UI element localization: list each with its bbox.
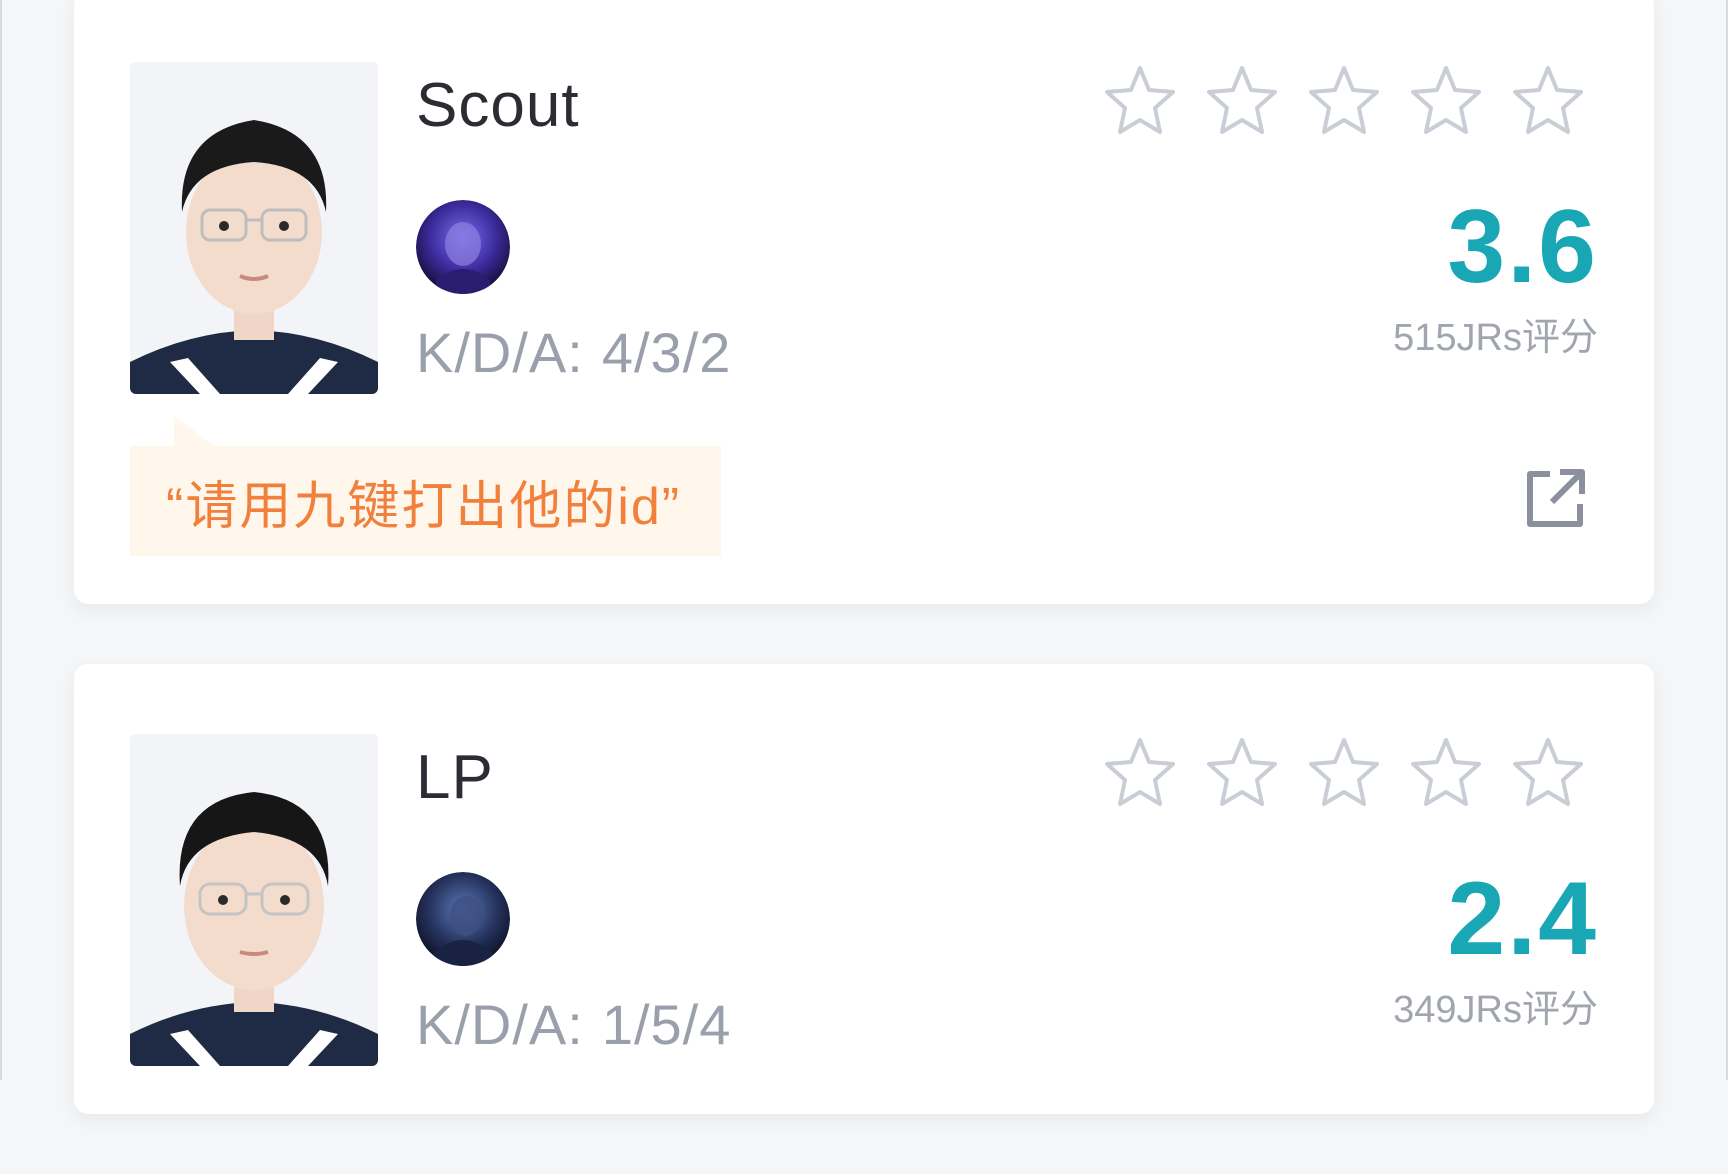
player-photo — [130, 734, 378, 1066]
star-icon[interactable] — [1306, 62, 1382, 138]
star-icon[interactable] — [1306, 734, 1382, 810]
rating-count-label: 515JRs评分 — [1393, 317, 1598, 359]
star-icon[interactable] — [1204, 734, 1280, 810]
star-icon[interactable] — [1510, 734, 1586, 810]
kda-stat: K/D/A: 1/5/4 — [416, 992, 731, 1057]
hot-comment-bubble[interactable]: “请用九键打出他的id” — [130, 446, 722, 556]
player-card[interactable]: LP K/D/A: 1/5/4 2.4 349JRs评分 — [74, 664, 1654, 1114]
star-icon[interactable] — [1408, 734, 1484, 810]
player-info: Scout K/D/A: 4/3/2 3.6 515JRs评分 — [416, 62, 1598, 394]
kda-stat: K/D/A: 4/3/2 — [416, 320, 731, 385]
comment-row: “请用九键打出他的id” — [130, 416, 1598, 556]
star-icon[interactable] — [1102, 734, 1178, 810]
star-icon[interactable] — [1408, 62, 1484, 138]
share-icon[interactable] — [1520, 464, 1590, 534]
comment-bubble-tail — [174, 416, 214, 446]
player-card[interactable]: Scout K/D/A: 4/3/2 3.6 515JRs评分 “请用九键打出他… — [74, 0, 1654, 604]
rating-stars[interactable] — [1102, 62, 1586, 138]
frame-edge-left — [0, 0, 2, 1080]
score-block: 2.4 349JRs评分 — [1393, 864, 1598, 1033]
player-info: LP K/D/A: 1/5/4 2.4 349JRs评分 — [416, 734, 1598, 1066]
kda-value: 4/3/2 — [601, 321, 732, 384]
rating-count-label: 349JRs评分 — [1393, 989, 1598, 1031]
score-block: 3.6 515JRs评分 — [1393, 192, 1598, 361]
kda-label: K/D/A: — [416, 993, 584, 1056]
star-icon[interactable] — [1510, 62, 1586, 138]
star-icon[interactable] — [1204, 62, 1280, 138]
kda-label: K/D/A: — [416, 321, 584, 384]
player-photo — [130, 62, 378, 394]
star-icon[interactable] — [1102, 62, 1178, 138]
score-value: 3.6 — [1447, 189, 1598, 305]
hero-avatar-icon — [416, 200, 510, 294]
score-value: 2.4 — [1447, 861, 1598, 977]
kda-value: 1/5/4 — [601, 993, 732, 1056]
hero-avatar-icon — [416, 872, 510, 966]
rating-stars[interactable] — [1102, 734, 1586, 810]
player-rating-list: Scout K/D/A: 4/3/2 3.6 515JRs评分 “请用九键打出他… — [74, 0, 1654, 1174]
